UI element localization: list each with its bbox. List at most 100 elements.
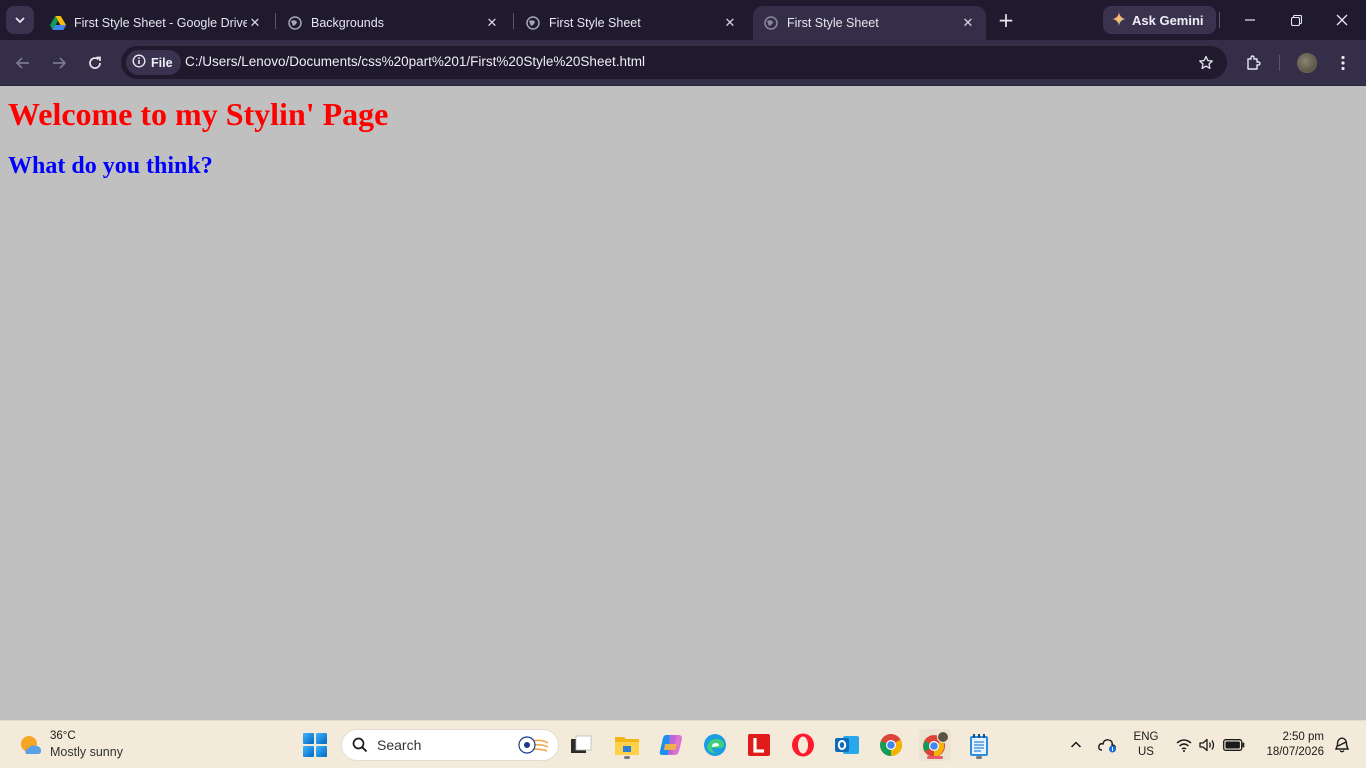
cloud-icon — [1098, 739, 1116, 753]
bookmark-star-button[interactable] — [1195, 52, 1217, 74]
onedrive-tray-button[interactable] — [1096, 733, 1120, 757]
browser-menu-button[interactable] — [1329, 49, 1357, 77]
battery-button[interactable] — [1222, 733, 1246, 757]
speaker-icon — [1199, 738, 1215, 752]
ask-gemini-button[interactable]: Ask Gemini — [1103, 6, 1216, 34]
edge-icon — [704, 734, 726, 756]
weather-temperature: 36°C — [50, 730, 76, 742]
notification-bell-icon — [1335, 737, 1349, 753]
reload-icon — [89, 56, 101, 69]
restore-button[interactable] — [1276, 6, 1316, 34]
tab-title: First Style Sheet — [787, 16, 879, 30]
chrome-button[interactable] — [875, 729, 907, 761]
back-arrow-icon — [15, 57, 29, 69]
edge-button[interactable] — [699, 729, 731, 761]
notepad-button[interactable] — [963, 729, 995, 761]
search-icon — [352, 737, 368, 753]
file-explorer-icon — [615, 737, 639, 755]
chrome-profile-icon — [923, 731, 949, 757]
notifications-button[interactable] — [1330, 733, 1354, 757]
forward-button[interactable] — [45, 49, 73, 77]
tab-strip: First Style Sheet - Google Drive ✕ Backg… — [0, 0, 1366, 40]
close-icon[interactable]: ✕ — [484, 15, 500, 31]
minimize-icon — [1245, 19, 1255, 21]
copilot-button[interactable] — [655, 729, 687, 761]
tab-backgrounds[interactable]: Backgrounds ✕ — [277, 6, 510, 40]
back-button[interactable] — [9, 49, 37, 77]
tab-google-drive[interactable]: First Style Sheet - Google Drive ✕ — [40, 6, 273, 40]
close-icon[interactable]: ✕ — [722, 15, 738, 31]
browser-toolbar: File C:/Users/Lenovo/Documents/css%20par… — [0, 40, 1366, 86]
tab-first-style-sheet-active[interactable]: First Style Sheet ✕ — [753, 6, 986, 40]
tab-title: First Style Sheet — [549, 16, 641, 30]
close-icon — [1336, 14, 1348, 26]
taskbar-search-box[interactable]: Search — [341, 729, 559, 761]
running-indicator — [624, 756, 630, 759]
weather-widget[interactable]: 36°C Mostly sunny — [18, 729, 123, 760]
chevron-down-icon — [15, 17, 25, 24]
avatar — [1297, 53, 1317, 73]
more-vertical-icon — [1341, 55, 1345, 71]
url-text[interactable]: C:/Users/Lenovo/Documents/css%20part%201… — [185, 54, 645, 69]
close-window-button[interactable] — [1322, 6, 1362, 34]
wifi-icon — [1176, 739, 1192, 752]
extensions-button[interactable] — [1240, 49, 1268, 77]
language-region: US — [1138, 746, 1154, 758]
tab-title: Backgrounds — [311, 16, 384, 30]
weather-condition: Mostly sunny — [50, 745, 123, 759]
star-icon — [1199, 55, 1213, 70]
google-drive-icon — [50, 15, 66, 31]
task-view-button[interactable] — [565, 729, 597, 761]
tab-title: First Style Sheet - Google Drive — [74, 16, 247, 30]
language-code: ENG — [1133, 731, 1159, 743]
puzzle-piece-icon — [1247, 55, 1261, 70]
volume-button[interactable] — [1196, 733, 1220, 757]
active-indicator — [927, 756, 943, 759]
file-explorer-button[interactable] — [611, 729, 643, 761]
new-tab-button[interactable]: + — [994, 8, 1018, 32]
windows-logo-tile — [303, 733, 314, 744]
close-icon[interactable]: ✕ — [960, 15, 976, 31]
profile-button[interactable] — [1293, 49, 1321, 77]
ask-gemini-label: Ask Gemini — [1132, 12, 1204, 28]
gemini-sparkle-icon — [1112, 11, 1126, 29]
tab-divider — [513, 13, 514, 29]
tab-divider — [275, 13, 276, 29]
network-button[interactable] — [1172, 733, 1196, 757]
scheme-label: File — [151, 55, 173, 70]
clock-time: 2:50 pm — [1282, 731, 1324, 743]
opera-icon — [792, 733, 814, 757]
outlook-icon — [835, 736, 859, 754]
tab-first-style-sheet[interactable]: First Style Sheet ✕ — [515, 6, 748, 40]
close-icon[interactable]: ✕ — [247, 15, 263, 31]
clock-date: 18/07/2026 — [1266, 746, 1324, 758]
search-placeholder: Search — [377, 737, 422, 753]
partly-sunny-icon — [21, 735, 41, 754]
address-bar[interactable]: File C:/Users/Lenovo/Documents/css%20par… — [121, 46, 1227, 79]
opera-button[interactable] — [787, 729, 819, 761]
language-indicator[interactable]: ENG US — [1132, 730, 1160, 760]
info-icon — [132, 54, 146, 71]
outlook-button[interactable] — [831, 729, 863, 761]
start-button[interactable] — [303, 733, 327, 757]
copilot-icon — [659, 735, 682, 755]
clock[interactable]: 2:50 pm 18/07/2026 — [1256, 730, 1324, 760]
chevron-up-icon — [1070, 741, 1082, 748]
plus-icon: + — [997, 8, 1015, 32]
page-viewport: Welcome to my Stylin' Page What do you t… — [0, 87, 1366, 720]
page-heading: Welcome to my Stylin' Page — [8, 96, 389, 132]
taskbar: 36°C Mostly sunny Search ENG US 2:50 pm … — [0, 720, 1366, 768]
l-app-button[interactable] — [743, 729, 775, 761]
toolbar-divider — [1279, 55, 1280, 71]
soccer-ball-icon — [518, 736, 548, 754]
show-hidden-icons-button[interactable] — [1064, 733, 1088, 757]
chrome-profile-button[interactable] — [919, 729, 951, 761]
minimize-button[interactable] — [1230, 6, 1270, 34]
windows-logo-tile — [303, 746, 314, 757]
globe-icon — [287, 15, 303, 31]
chrome-icon — [880, 734, 902, 756]
reload-button[interactable] — [81, 49, 109, 77]
windows-logo-tile — [316, 733, 327, 744]
tab-search-button[interactable] — [6, 6, 34, 34]
site-info-chip[interactable]: File — [126, 50, 181, 75]
